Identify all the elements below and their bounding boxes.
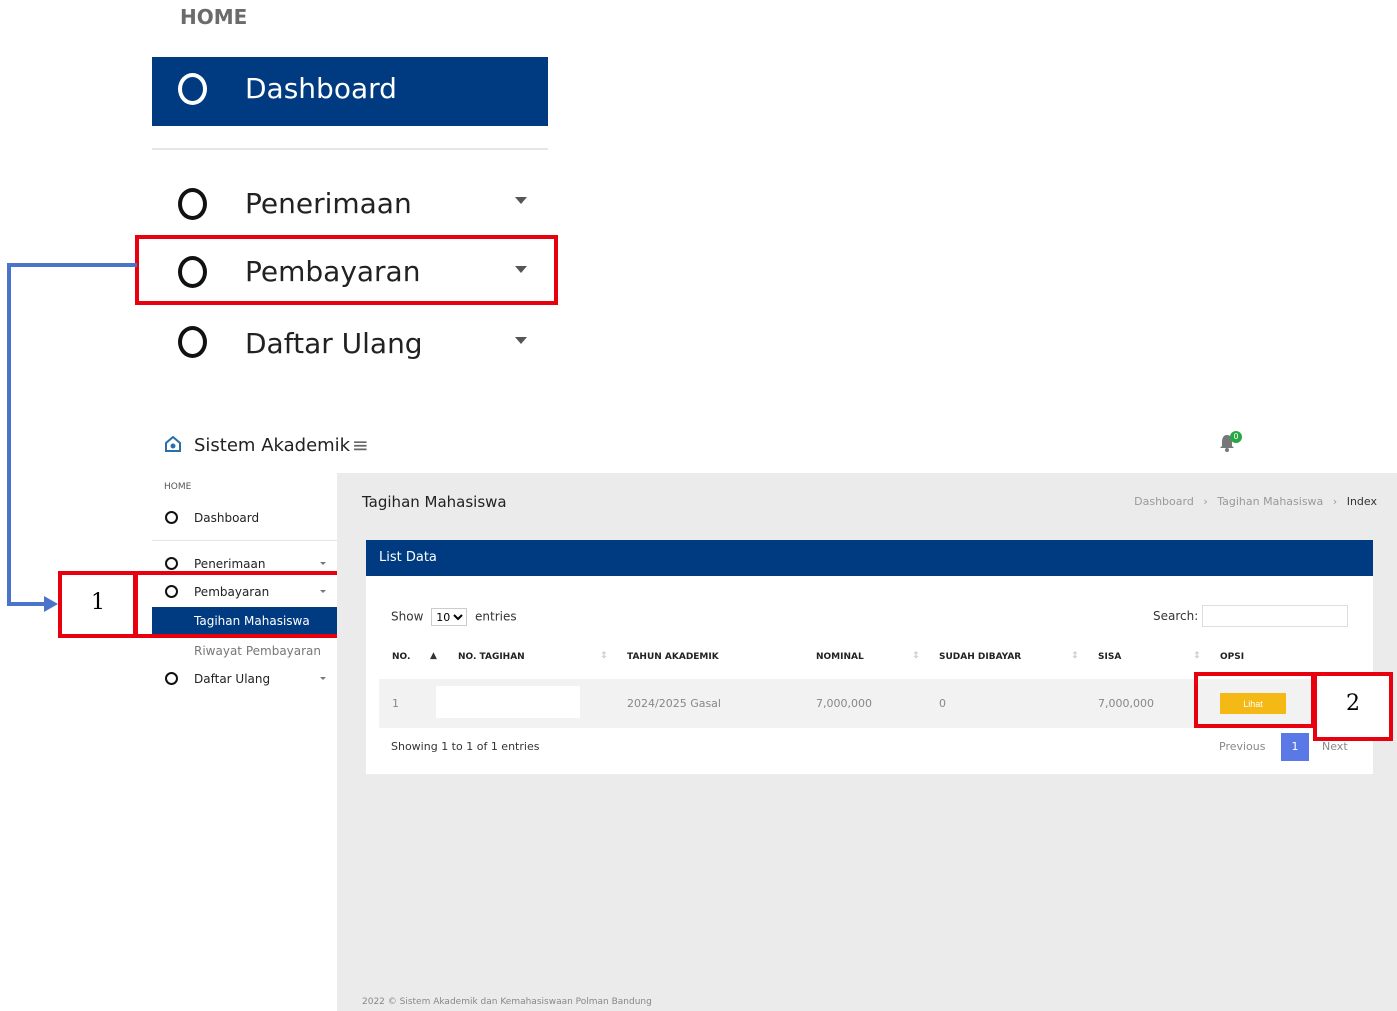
sidebar-subitem-riwayat-pembayaran[interactable]: Riwayat Pembayaran [194,644,321,658]
chevron-down-icon [515,197,527,204]
breadcrumb-link-tagihan[interactable]: Tagihan Mahasiswa [1217,495,1323,508]
sort-icon: ⇕ [600,651,608,661]
zoom-item-daftar-ulang[interactable]: Daftar Ulang [152,310,548,374]
pagination-page-1[interactable]: 1 [1281,733,1309,761]
sidebar-item-daftar-ulang[interactable]: Daftar Ulang [152,668,337,690]
show-label: Show [391,609,424,624]
circle-icon [178,73,207,105]
circle-icon [178,188,207,220]
callout-number-1: 1 [91,590,105,615]
callout-arrow-segment [7,263,11,606]
search-input[interactable] [1202,605,1348,627]
arrow-right-icon [44,596,58,612]
sidebar-item-label: Dashboard [194,511,260,525]
breadcrumb-current: Index [1346,495,1377,508]
column-header-nominal[interactable]: NOMINAL [816,652,864,662]
cell-no-tagihan [436,686,580,718]
breadcrumb: Dashboard › Tagihan Mahasiswa › Index [1134,495,1377,508]
highlight-box-pembayaran [135,235,558,305]
column-header-sudah-dibayar[interactable]: SUDAH DIBAYAR [939,652,1021,662]
chevron-down-icon [320,562,326,565]
cell-nominal: 7,000,000 [816,697,872,710]
chevron-down-icon [320,677,326,680]
column-header-tahun-akademik[interactable]: TAHUN AKADEMIK [627,652,719,662]
zoom-item-label: Penerimaan [245,187,412,220]
search-label: Search: [1153,609,1199,623]
sidebar-item-dashboard[interactable]: Dashboard [152,507,337,529]
circle-icon [165,672,178,685]
table-info: Showing 1 to 1 of 1 entries [391,740,540,753]
hamburger-menu-icon[interactable]: ≡ [352,433,369,457]
callout-number-2: 2 [1346,691,1360,716]
column-header-no-tagihan[interactable]: NO. TAGIHAN [458,652,525,662]
entries-select[interactable]: 10 [431,608,468,626]
card-title: List Data [379,550,437,565]
callout-arrow-segment [7,602,47,606]
callout-arrow-segment [7,263,137,267]
zoom-item-label: Daftar Ulang [245,327,423,360]
chevron-down-icon [515,337,527,344]
zoom-dashboard-label: Dashboard [245,72,397,105]
zoom-item-penerimaan[interactable]: Penerimaan [152,170,548,234]
pagination-previous[interactable]: Previous [1219,740,1266,753]
column-header-no[interactable]: NO. [392,652,410,662]
sort-icon: ⇕ [1071,651,1079,661]
cell-sudah-dibayar: 0 [939,697,946,710]
cell-tahun-akademik: 2024/2025 Gasal [627,697,721,710]
sidebar-item-label: Daftar Ulang [194,672,271,686]
cell-sisa: 7,000,000 [1098,697,1154,710]
sort-icon: ⇕ [1193,651,1201,661]
highlight-box-sidebar-pembayaran [134,571,346,638]
pagination-next[interactable]: Next [1322,740,1348,753]
page-title: Tagihan Mahasiswa [362,493,507,511]
circle-icon [165,511,178,524]
entries-label: entries [475,609,517,624]
sort-asc-icon: ▲ [430,651,437,661]
zoom-divider [152,148,548,150]
highlight-box-lihat [1194,672,1315,728]
sidebar-divider [152,540,337,541]
column-header-opsi: OPSI [1220,652,1245,662]
entries-length-control: Show 10 entries [391,608,517,626]
breadcrumb-separator: › [1203,495,1208,508]
app-logo-icon [165,435,181,457]
zoom-dashboard-item[interactable]: Dashboard [152,57,548,126]
zoom-home-label: HOME [180,5,248,29]
card-header: List Data [366,540,1373,576]
sidebar-item-label: Penerimaan [194,557,266,571]
breadcrumb-separator: › [1332,495,1338,508]
circle-icon [165,557,178,570]
sort-icon: ⇕ [912,651,920,661]
breadcrumb-link-dashboard[interactable]: Dashboard [1134,495,1194,508]
notification-badge: 0 [1230,431,1242,443]
sidebar-section-home: HOME [164,482,192,492]
cell-no: 1 [392,697,399,710]
column-header-sisa[interactable]: SISA [1098,652,1121,662]
page-footer: 2022 © Sistem Akademik dan Kemahasiswaan… [362,997,652,1007]
app-title: Sistem Akademik [194,435,351,456]
circle-icon [178,326,207,358]
